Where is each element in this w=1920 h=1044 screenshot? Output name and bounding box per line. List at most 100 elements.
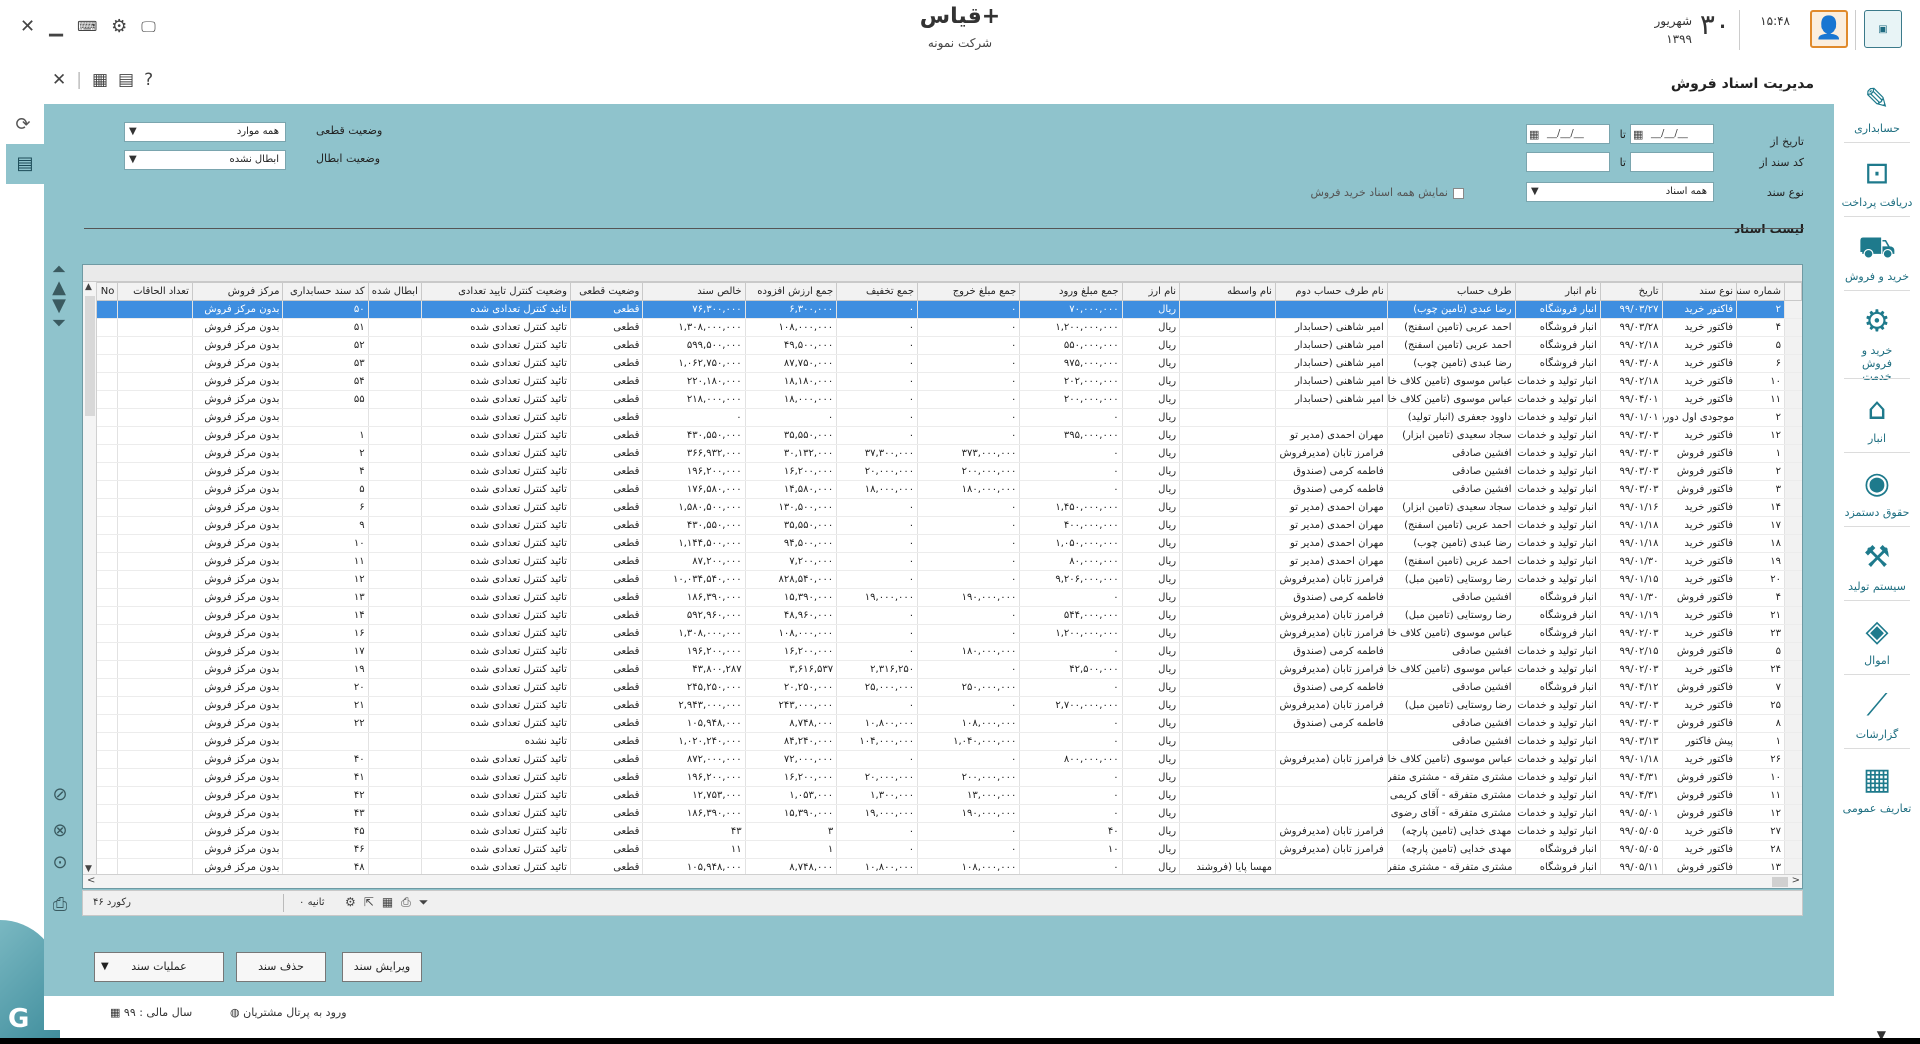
row-indicator[interactable] xyxy=(1783,408,1802,427)
filter-icon[interactable]: ⏷ xyxy=(419,895,429,910)
row-indicator[interactable] xyxy=(1783,786,1802,805)
nav-item-warehouse[interactable]: ⌂ انبار xyxy=(1834,390,1920,445)
document-operations-button[interactable]: ▼ عملیات سند xyxy=(94,952,224,982)
fiscal-year[interactable]: ▦ سال مالی : ۹۹ xyxy=(110,1006,192,1019)
doc-type-select[interactable]: ▼ همه اسناد xyxy=(1526,182,1714,202)
cancel-status-select[interactable]: ▼ ابطال نشده xyxy=(124,150,286,170)
table-row[interactable]: ۱۲ فاکتور خرید ۹۹/۰۳/۰۳ انبار تولید و خدمات… xyxy=(83,426,1802,445)
settings-icon[interactable]: ⚙ xyxy=(345,895,356,910)
column-header[interactable]: طرف حساب xyxy=(1386,282,1516,301)
table-row[interactable]: ۲ فاکتور خرید ۹۹/۰۳/۲۷ انبار فروشگاه رضا عبد… xyxy=(83,300,1802,319)
show-all-checkbox[interactable] xyxy=(1453,188,1464,199)
column-header[interactable]: No xyxy=(96,282,119,301)
customer-portal-link[interactable]: ◍ ورود به پرتال مشتریان xyxy=(230,1006,347,1019)
chevron-left-icon[interactable]: < xyxy=(87,875,95,886)
column-header[interactable]: نوع سند xyxy=(1661,282,1738,301)
table-row[interactable]: ۱۱ فاکتور خرید ۹۹/۰۴/۰۱ انبار تولید و خدمات… xyxy=(83,390,1802,409)
row-indicator[interactable] xyxy=(1783,678,1802,697)
table-row[interactable]: ۱۸ فاکتور خرید ۹۹/۰۱/۱۸ انبار تولید و خدمات… xyxy=(83,534,1802,553)
move-down-icon[interactable]: ▼ xyxy=(52,297,66,315)
column-header[interactable]: جمع ارزش افزوده xyxy=(744,282,838,301)
calendar-icon[interactable]: ▤ xyxy=(118,70,134,90)
horizontal-scrollbar[interactable]: < > xyxy=(83,874,1802,888)
attach-icon[interactable]: ⊘ xyxy=(46,784,74,805)
table-row[interactable]: ۱۹ فاکتور خرید ۹۹/۰۱/۳۰ انبار تولید و خدمات… xyxy=(83,552,1802,571)
table-row[interactable]: ۲۳ فاکتور خرید ۹۹/۰۲/۰۳ انبار فروشگاه عباس م… xyxy=(83,624,1802,643)
column-header[interactable]: جمع مبلغ خروج xyxy=(917,282,1021,301)
row-indicator[interactable] xyxy=(1783,642,1802,661)
column-header[interactable]: وضعیت کنترل تایید تعدادی xyxy=(420,282,571,301)
column-header[interactable]: وضعیت قطعی xyxy=(569,282,644,301)
row-indicator[interactable] xyxy=(1783,624,1802,643)
row-indicator[interactable] xyxy=(1783,300,1802,319)
table-row[interactable]: ۱ پیش فاکتور ۹۹/۰۳/۱۳ انبار تولید و خدمات اف… xyxy=(83,732,1802,751)
doc-code-to-input[interactable] xyxy=(1526,152,1610,172)
user-avatar-icon[interactable]: 👤 xyxy=(1810,10,1848,48)
row-indicator[interactable] xyxy=(1783,444,1802,463)
scroll-thumb[interactable] xyxy=(85,296,95,416)
print-icon[interactable]: ⎙ xyxy=(401,895,411,910)
row-indicator[interactable] xyxy=(1783,696,1802,715)
chevron-up-icon[interactable]: ▲ xyxy=(85,282,92,292)
row-indicator[interactable] xyxy=(1783,732,1802,751)
row-indicator[interactable] xyxy=(1783,750,1802,769)
column-header[interactable]: تاریخ xyxy=(1599,282,1663,301)
table-row[interactable]: ۱۰ فاکتور فروش ۹۹/۰۴/۳۱ انبار تولید و خدمات… xyxy=(83,768,1802,787)
export-icon[interactable]: ⇱ xyxy=(364,895,374,910)
table-row[interactable]: ۲۷ فاکتور خرید ۹۹/۰۵/۰۵ انبار تولید و خدمات… xyxy=(83,822,1802,841)
table-row[interactable]: ۶ فاکتور خرید ۹۹/۰۳/۰۸ انبار فروشگاه رضا عبد… xyxy=(83,354,1802,373)
column-header[interactable]: خالص سند xyxy=(642,282,746,301)
calendar-icon[interactable]: ▦ xyxy=(1529,126,1539,144)
table-row[interactable]: ۲۰ فاکتور خرید ۹۹/۰۱/۱۵ انبار تولید و خدمات… xyxy=(83,570,1802,589)
row-indicator[interactable] xyxy=(1783,822,1802,841)
refresh-icon[interactable]: ⟳ xyxy=(6,108,40,142)
column-header[interactable]: مرکز فروش xyxy=(191,282,284,301)
table-row[interactable]: ۱۷ فاکتور خرید ۹۹/۰۱/۱۸ انبار تولید و خدمات… xyxy=(83,516,1802,535)
vertical-scrollbar[interactable]: ▲ ▼ xyxy=(83,282,97,874)
table-row[interactable]: ۱۴ فاکتور خرید ۹۹/۰۱/۱۶ انبار تولید و خدمات… xyxy=(83,498,1802,517)
table-row[interactable]: ۲ فاکتور فروش ۹۹/۰۳/۰۳ انبار تولید و خدمات ا… xyxy=(83,462,1802,481)
date-from-input[interactable]: ▦ __/__/__ xyxy=(1630,124,1714,144)
export-icon[interactable]: ⊗ xyxy=(46,820,74,841)
column-header[interactable]: شماره سند xyxy=(1736,282,1785,301)
row-indicator[interactable] xyxy=(1783,588,1802,607)
nav-item-definitions[interactable]: ▦ تعاریف عمومی xyxy=(1834,760,1920,815)
chevron-right-icon[interactable]: > xyxy=(1792,875,1800,886)
table-row[interactable]: ۲ موجودی اول دوره ۹۹/۰۱/۰۱ انبار تولید و خد… xyxy=(83,408,1802,427)
table-row[interactable]: ۷ فاکتور فروش ۹۹/۰۴/۱۲ انبار فروشگاه افشین ص… xyxy=(83,678,1802,697)
final-status-select[interactable]: ▼ همه موارد xyxy=(124,122,286,142)
delete-document-button[interactable]: حذف سند xyxy=(236,952,326,982)
column-header[interactable]: نام طرف حساب دوم xyxy=(1274,282,1388,301)
column-header[interactable]: نام ارز xyxy=(1121,282,1181,301)
chevron-down-icon[interactable]: ▼ xyxy=(85,864,92,874)
nav-item-payroll[interactable]: ◉ حقوق دستمزد xyxy=(1834,464,1920,519)
date-to-input[interactable]: ▦ __/__/__ xyxy=(1526,124,1610,144)
table-row[interactable]: ۵ فاکتور خرید ۹۹/۰۲/۱۸ انبار فروشگاه احمد عر… xyxy=(83,336,1802,355)
column-header[interactable]: تعداد الحاقات xyxy=(117,282,193,301)
table-row[interactable]: ۲۶ فاکتور خرید ۹۹/۰۱/۱۸ انبار تولید و خدمات… xyxy=(83,750,1802,769)
scroll-thumb[interactable] xyxy=(1772,877,1788,887)
history-icon[interactable]: ⊙ xyxy=(46,852,74,873)
row-indicator[interactable] xyxy=(1783,552,1802,571)
column-header[interactable]: کد سند حسابداری xyxy=(282,282,369,301)
column-header[interactable]: جمع مبلغ ورود xyxy=(1019,282,1123,301)
row-indicator[interactable] xyxy=(1783,804,1802,823)
row-indicator[interactable] xyxy=(1783,426,1802,445)
row-indicator[interactable] xyxy=(1783,660,1802,679)
excel-icon[interactable]: ▦ xyxy=(382,895,393,910)
help-icon[interactable]: ? xyxy=(144,70,153,90)
nav-item-payment[interactable]: ⊡ دریافت پرداخت xyxy=(1834,154,1920,209)
table-row[interactable]: ۲۵ فاکتور خرید ۹۹/۰۳/۰۳ انبار تولید و خدمات… xyxy=(83,696,1802,715)
table-row[interactable]: ۲۱ فاکتور خرید ۹۹/۰۱/۱۹ انبار فروشگاه رضا رو… xyxy=(83,606,1802,625)
nav-item-sales[interactable]: ⛟ خرید و فروش xyxy=(1834,228,1920,283)
table-row[interactable]: ۱۱ فاکتور فروش ۹۹/۰۴/۳۱ انبار تولید و خدمات… xyxy=(83,786,1802,805)
table-row[interactable]: ۳ فاکتور فروش ۹۹/۰۳/۰۳ انبار تولید و خدمات ا… xyxy=(83,480,1802,499)
document-list-icon[interactable]: ▤ xyxy=(6,144,44,184)
calendar-icon[interactable]: ▦ xyxy=(1633,126,1643,144)
table-row[interactable]: ۵ فاکتور فروش ۹۹/۰۲/۱۵ انبار تولید و خدمات ا… xyxy=(83,642,1802,661)
column-header[interactable]: نام انبار xyxy=(1514,282,1601,301)
row-indicator[interactable] xyxy=(1783,390,1802,409)
row-indicator[interactable] xyxy=(1783,336,1802,355)
row-indicator[interactable] xyxy=(1783,516,1802,535)
print-icon[interactable]: ⎙ xyxy=(46,894,74,915)
